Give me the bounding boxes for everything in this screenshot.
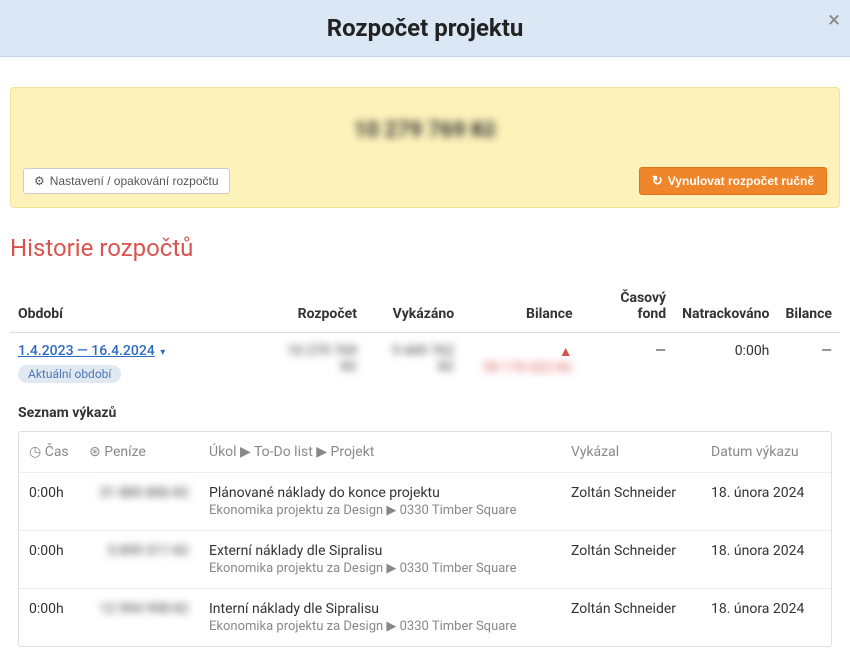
history-row: 1.4.2023 — 16.4.2024 ▾ Aktuální období 1…	[10, 333, 840, 394]
modal-header: Rozpočet projektu ×	[0, 0, 850, 57]
rec-money: 12 994 998 Kč	[79, 589, 199, 647]
col-period: Období	[10, 280, 260, 333]
record-row: 0:00h 12 994 998 Kč Interní náklady dle …	[19, 589, 831, 647]
col-reported: Vykázáno	[365, 280, 462, 333]
rec-task: Externí náklady dle Sipralisu Ekonomika …	[199, 531, 561, 589]
records-table: ◷ Čas ⊛ Peníze Úkol ▶ To-Do list ▶ Proje…	[19, 432, 831, 646]
history-table: Období Rozpočet Vykázáno Bilance Časový …	[10, 280, 840, 393]
rec-task: Interní náklady dle Sipralisu Ekonomika …	[199, 589, 561, 647]
col-budget: Rozpočet	[260, 280, 365, 333]
caret-down-icon[interactable]: ▾	[160, 347, 165, 358]
rec-time: 0:00h	[19, 531, 79, 589]
rec-by: Zoltán Schneider	[561, 531, 701, 589]
rec-by: Zoltán Schneider	[561, 589, 701, 647]
period-link[interactable]: 1.4.2023 — 16.4.2024	[18, 343, 155, 359]
rec-task-title: Interní náklady dle Sipralisu	[209, 601, 551, 617]
close-icon[interactable]: ×	[828, 10, 840, 32]
rec-task-path: Ekonomika projektu za Design ▶ 0330 Timb…	[209, 503, 551, 518]
cell-reported: 9 449 762 Kč	[365, 333, 462, 394]
rec-money: 31 885 806 Kč	[79, 473, 199, 531]
up-triangle-icon: ▲	[559, 344, 573, 360]
rec-task-title: Plánované náklady do konce projektu	[209, 485, 551, 501]
rec-date: 18. února 2024	[701, 473, 831, 531]
rec-task: Plánované náklady do konce projektu Ekon…	[199, 473, 561, 531]
col-balance: Bilance	[462, 280, 580, 333]
cell-tracked: 0:00h	[674, 333, 777, 394]
reset-budget-button[interactable]: ↻ Vynulovat rozpočet ručně	[639, 167, 827, 195]
rec-col-by: Vykázal	[561, 432, 701, 473]
col-time-fund: Časový fond	[581, 280, 675, 333]
rec-date: 18. února 2024	[701, 589, 831, 647]
history-title: Historie rozpočtů	[10, 234, 840, 262]
record-row: 0:00h 31 885 806 Kč Plánované náklady do…	[19, 473, 831, 531]
records-box: ◷ Čas ⊛ Peníze Úkol ▶ To-Do list ▶ Proje…	[18, 431, 832, 647]
cell-balance2: —	[777, 333, 840, 394]
rec-col-money: ⊛ Peníze	[79, 432, 199, 473]
rec-money: 5 899 511 Kč	[79, 531, 199, 589]
settings-label: Nastavení / opakování rozpočtu	[50, 174, 219, 188]
gear-icon: ⚙	[34, 174, 45, 188]
content: 10 279 769 Kč ⚙ Nastavení / opakování ro…	[0, 57, 850, 667]
reset-label: Vynulovat rozpočet ručně	[668, 174, 814, 188]
history-header-row: Období Rozpočet Vykázáno Bilance Časový …	[10, 280, 840, 333]
coin-icon: ⊛	[89, 444, 101, 460]
budget-amount: 10 279 769 Kč	[23, 118, 827, 143]
clock-icon: ◷	[29, 444, 41, 460]
modal-title: Rozpočet projektu	[20, 14, 830, 42]
rec-col-time: ◷ Čas	[19, 432, 79, 473]
col-tracked: Natrackováno	[674, 280, 777, 333]
rec-task-title: Externí náklady dle Sipralisu	[209, 543, 551, 559]
cell-time-fund: —	[581, 333, 675, 394]
rec-task-path: Ekonomika projektu za Design ▶ 0330 Timb…	[209, 619, 551, 634]
rec-time: 0:00h	[19, 473, 79, 531]
col-balance2: Bilance	[777, 280, 840, 333]
records-heading: Seznam výkazů	[10, 393, 840, 431]
records-header-row: ◷ Čas ⊛ Peníze Úkol ▶ To-Do list ▶ Proje…	[19, 432, 831, 473]
record-row: 0:00h 5 899 511 Kč Externí náklady dle S…	[19, 531, 831, 589]
rec-by: Zoltán Schneider	[561, 473, 701, 531]
budget-actions: ⚙ Nastavení / opakování rozpočtu ↻ Vynul…	[23, 167, 827, 195]
rec-col-task: Úkol ▶ To-Do list ▶ Projekt	[199, 432, 561, 473]
rec-date: 18. února 2024	[701, 531, 831, 589]
reload-icon: ↻	[652, 173, 663, 189]
settings-button[interactable]: ⚙ Nastavení / opakování rozpočtu	[23, 168, 230, 194]
rec-col-date: Datum výkazu	[701, 432, 831, 473]
cell-balance: ▲59 170 022 Kč	[462, 333, 580, 394]
rec-task-path: Ekonomika projektu za Design ▶ 0330 Timb…	[209, 561, 551, 576]
current-period-badge: Aktuální období	[18, 365, 121, 383]
rec-time: 0:00h	[19, 589, 79, 647]
cell-budget: 10 279 769 Kč	[260, 333, 365, 394]
budget-panel: 10 279 769 Kč ⚙ Nastavení / opakování ro…	[10, 87, 840, 208]
